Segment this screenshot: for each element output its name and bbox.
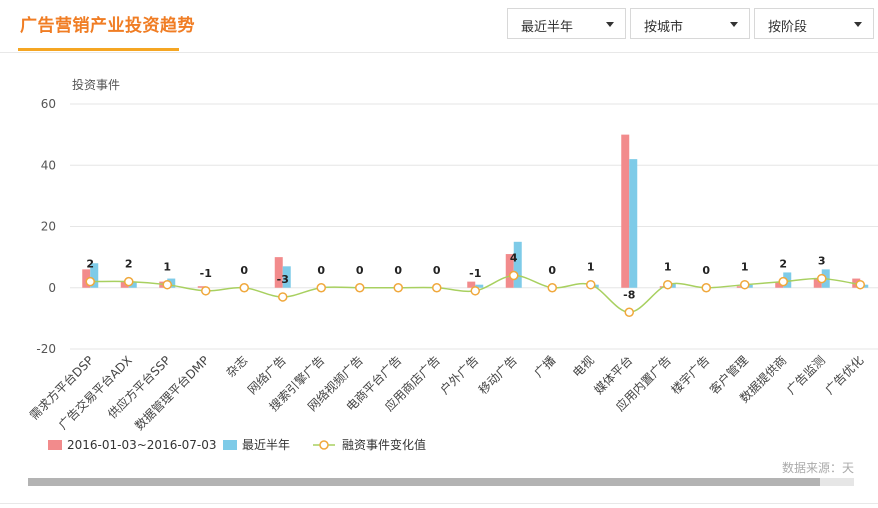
chevron-down-icon [606, 22, 614, 27]
x-tick-label: 广告优化 [823, 353, 867, 397]
bar-recent [629, 159, 638, 288]
data-label: 3 [818, 255, 826, 268]
data-label: -1 [200, 267, 212, 280]
data-label: 4 [510, 252, 518, 265]
legend-swatch [223, 440, 237, 450]
investment-trend-chart: 投资事件6040200-202 2 1 -1 0-30 0 0 0 -140 1-81 0 1 2 3需求… [26, 77, 878, 475]
legend-label: 2016-01-03~2016-07-03 [67, 438, 217, 452]
data-label: 0 [240, 264, 248, 277]
change-value-point [624, 307, 634, 317]
y-tick-label: -20 [36, 342, 56, 356]
bar-recent [513, 241, 522, 288]
chevron-down-icon [730, 22, 738, 27]
stage-select-label: 按阶段 [768, 20, 808, 35]
y-tick-label: 60 [41, 97, 56, 111]
data-label: 0 [356, 264, 364, 277]
data-label: 0 [548, 264, 556, 277]
change-value-point [470, 286, 480, 296]
x-tick-label: 广告交易平台ADX [55, 353, 135, 433]
legend-label: 融资事件变化值 [342, 437, 426, 452]
y-tick-label: 40 [41, 158, 56, 172]
change-value-point [701, 283, 711, 293]
change-value-point [663, 279, 673, 290]
data-label: 2 [779, 258, 787, 271]
change-value-point [85, 276, 95, 287]
horizontal-scrollbar[interactable] [28, 478, 854, 486]
data-label: 1 [163, 261, 171, 274]
change-value-point [740, 279, 750, 290]
data-label: -3 [277, 273, 289, 286]
data-label: -1 [469, 267, 481, 280]
bar-period [621, 134, 630, 288]
change-value-point [855, 279, 865, 290]
change-value-point [124, 276, 134, 287]
change-value-point [547, 283, 557, 293]
data-label: -8 [623, 288, 635, 301]
source-note: 数据来源：天 [782, 460, 854, 475]
data-label: 2 [86, 258, 94, 271]
y-tick-label: 20 [41, 220, 56, 234]
change-value-point [509, 270, 519, 281]
x-tick-label: 移动广告 [476, 353, 520, 397]
change-value-point [316, 283, 326, 293]
change-value-point [432, 283, 442, 293]
change-value-point [278, 292, 288, 302]
change-value-point [586, 279, 596, 290]
data-label: 1 [587, 261, 595, 274]
period-select[interactable]: 最近半年 [507, 8, 626, 39]
data-label: 0 [433, 264, 441, 277]
scrollbar-thumb[interactable] [28, 478, 820, 486]
period-select-label: 最近半年 [521, 20, 574, 35]
x-tick-label: 广播 [531, 353, 558, 380]
city-select[interactable]: 按城市 [630, 8, 750, 39]
active-tab-indicator [18, 48, 179, 51]
x-tick-label: 杂志 [223, 353, 250, 380]
x-tick-label: 户外广告 [437, 353, 482, 398]
legend-label: 最近半年 [242, 438, 290, 452]
page-title: 广告营销产业投资趋势 [20, 16, 195, 36]
change-value-point [239, 283, 249, 293]
x-tick-label: 广告监测 [784, 353, 828, 397]
legend-swatch [48, 440, 62, 450]
legend-swatch-point [319, 440, 329, 450]
city-select-label: 按城市 [644, 20, 684, 35]
y-axis-label: 投资事件 [72, 77, 120, 92]
x-tick-label: 电视 [569, 353, 597, 381]
data-label: 1 [741, 261, 749, 274]
stage-select[interactable]: 按阶段 [754, 8, 874, 39]
data-label: 0 [394, 264, 402, 277]
data-label: 0 [702, 264, 710, 277]
data-label: 2 [125, 258, 133, 271]
footer-divider [0, 503, 878, 504]
change-value-point [393, 283, 403, 293]
data-label: 1 [664, 261, 672, 274]
change-value-point [162, 279, 172, 290]
x-tick-label: 楼宇广告 [668, 353, 713, 398]
chevron-down-icon [854, 22, 862, 27]
data-label: 0 [317, 264, 325, 277]
change-value-point [355, 283, 365, 293]
change-value-point [778, 276, 788, 287]
change-value-point [201, 286, 211, 296]
y-tick-label: 0 [48, 281, 56, 295]
change-value-point [817, 273, 827, 284]
